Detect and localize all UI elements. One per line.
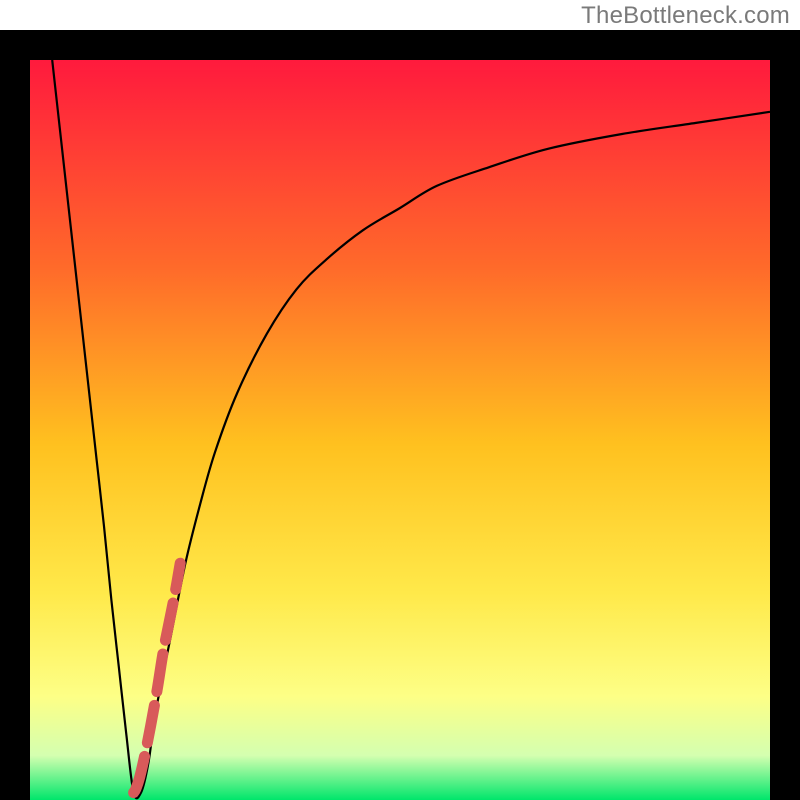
- gradient-background: [30, 60, 770, 800]
- watermark-text: TheBottleneck.com: [581, 2, 790, 30]
- plot-frame: [0, 30, 800, 800]
- bottleneck-chart: [30, 60, 770, 800]
